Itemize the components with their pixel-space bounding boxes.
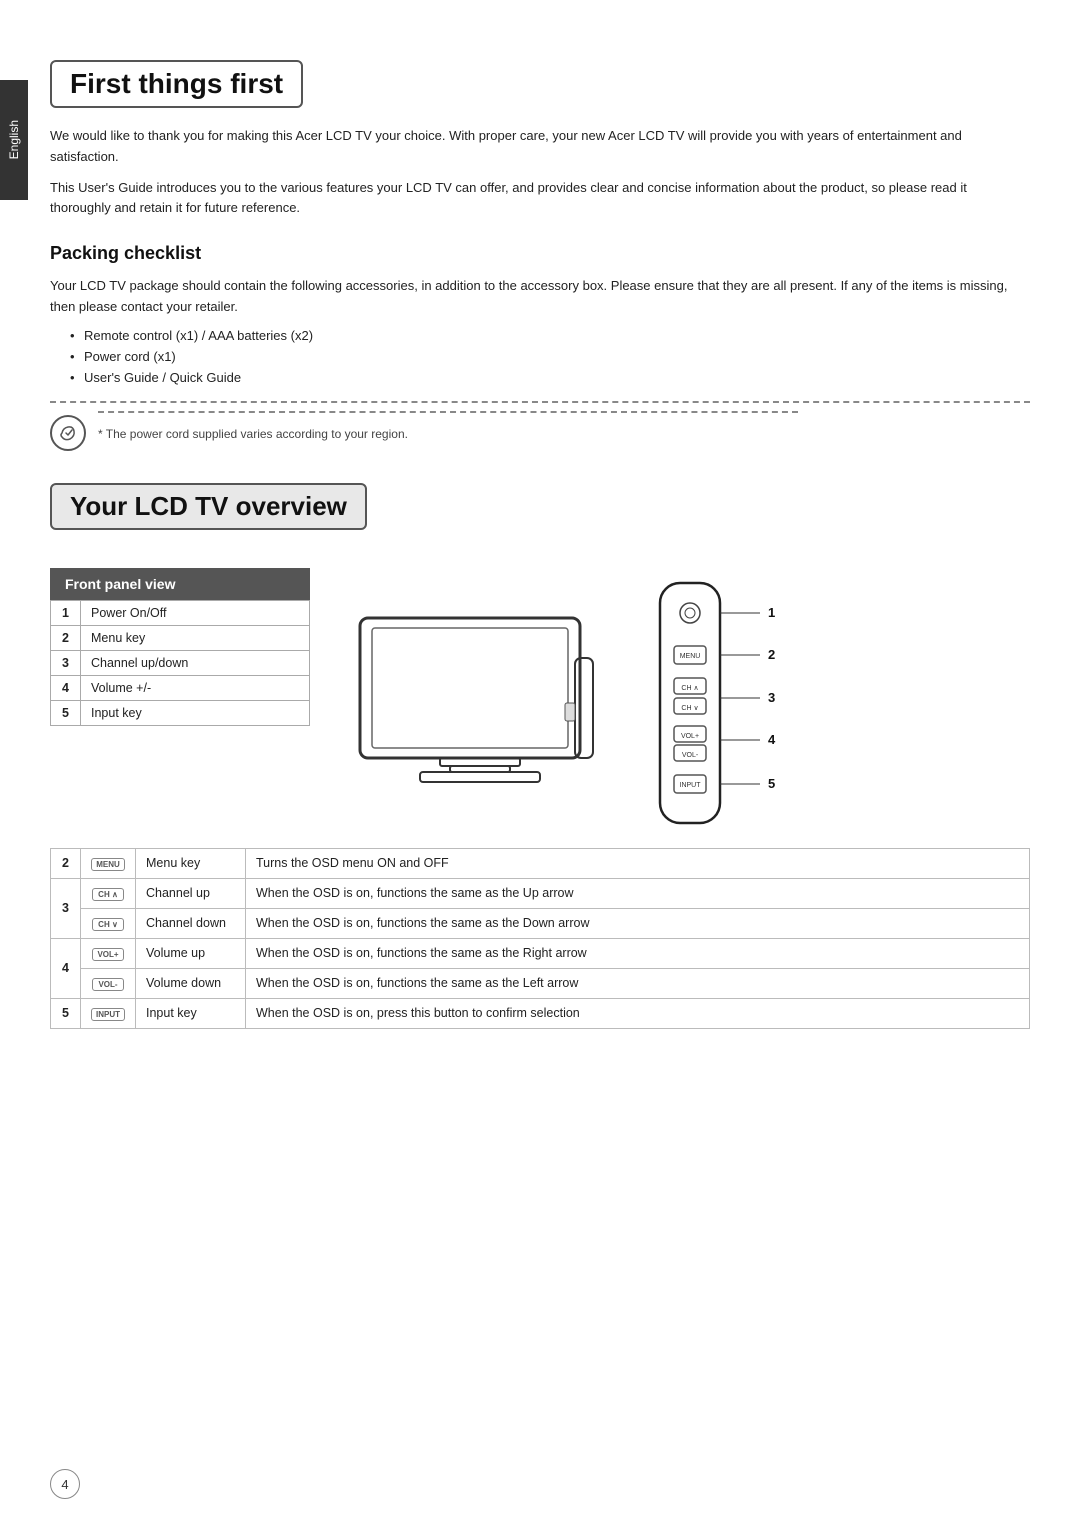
svg-text:CH ∧: CH ∧ — [681, 685, 698, 692]
page-number: 4 — [50, 1469, 80, 1499]
detail-desc: When the OSD is on, functions the same a… — [246, 908, 1030, 938]
note-icon — [50, 415, 86, 451]
front-panel-row: 2Menu key — [51, 625, 310, 650]
detail-row: 3CH ∧Channel upWhen the OSD is on, funct… — [51, 878, 1030, 908]
note-box: * The power cord supplied varies accordi… — [50, 401, 1030, 451]
detail-desc: When the OSD is on, press this button to… — [246, 998, 1030, 1028]
detail-keyname: Volume up — [136, 938, 246, 968]
section1-para1: We would like to thank you for making th… — [50, 126, 1030, 168]
detail-desc: When the OSD is on, functions the same a… — [246, 968, 1030, 998]
detail-desc: Turns the OSD menu ON and OFF — [246, 848, 1030, 878]
svg-text:MENU: MENU — [680, 653, 701, 660]
svg-text:4: 4 — [768, 732, 776, 747]
list-item: Power cord (x1) — [70, 349, 1030, 364]
packing-intro: Your LCD TV package should contain the f… — [50, 276, 1030, 318]
row-label: Menu key — [81, 625, 310, 650]
key-icon-label: MENU — [91, 858, 125, 871]
detail-row: VOL- Volume downWhen the OSD is on, funct… — [51, 968, 1030, 998]
section1-title-box: First things first — [50, 60, 303, 108]
key-icon-label: CH ∧ — [92, 888, 124, 901]
detail-num: 3 — [51, 878, 81, 938]
side-panel-area: MENU CH ∧ CH ∨ VOL+ VOL- — [640, 578, 820, 818]
detail-table: 2 MENU Menu keyTurns the OSD menu ON and O… — [50, 848, 1030, 1029]
section2-title: Your LCD TV overview — [70, 491, 347, 522]
front-panel-table: 1Power On/Off2Menu key3Channel up/down4V… — [50, 600, 310, 726]
tv-drawing — [350, 608, 610, 788]
key-icon-label: INPUT — [91, 1008, 125, 1021]
front-panel-row: 1Power On/Off — [51, 600, 310, 625]
svg-text:VOL-: VOL- — [682, 752, 699, 759]
front-panel-table-wrap: Front panel view 1Power On/Off2Menu key3… — [50, 568, 310, 726]
packing-list: Remote control (x1) / AAA batteries (x2)… — [70, 328, 1030, 385]
detail-keyname: Input key — [136, 998, 246, 1028]
detail-keyname: Channel up — [136, 878, 246, 908]
svg-text:1: 1 — [768, 605, 775, 620]
tv-diagram: MENU CH ∧ CH ∨ VOL+ VOL- — [350, 578, 1030, 818]
detail-icon: VOL- — [81, 968, 136, 998]
detail-keyname: Channel down — [136, 908, 246, 938]
front-panel-row: 3Channel up/down — [51, 650, 310, 675]
side-tab: English — [0, 80, 28, 200]
note-text: * The power cord supplied varies accordi… — [98, 421, 798, 441]
row-num: 2 — [51, 625, 81, 650]
svg-text:3: 3 — [768, 690, 775, 705]
detail-icon: CH ∧ — [81, 878, 136, 908]
row-label: Channel up/down — [81, 650, 310, 675]
list-item: User's Guide / Quick Guide — [70, 370, 1030, 385]
key-icon-label: VOL+ — [92, 948, 124, 961]
detail-num: 4 — [51, 938, 81, 998]
side-panel-svg: MENU CH ∧ CH ∨ VOL+ VOL- — [640, 578, 820, 838]
row-label: Input key — [81, 700, 310, 725]
detail-num: 2 — [51, 848, 81, 878]
detail-icon: VOL+ — [81, 938, 136, 968]
svg-text:2: 2 — [768, 647, 775, 662]
front-panel-container: Front panel view 1Power On/Off2Menu key3… — [50, 568, 1030, 818]
tv-svg — [350, 608, 610, 798]
front-panel-row: 5Input key — [51, 700, 310, 725]
detail-row: 4VOL+Volume upWhen the OSD is on, functi… — [51, 938, 1030, 968]
side-tab-label: English — [7, 120, 21, 159]
row-num: 1 — [51, 600, 81, 625]
detail-keyname: Volume down — [136, 968, 246, 998]
section2-container: Your LCD TV overview Front panel view 1P… — [50, 483, 1030, 1029]
section1-para2: This User's Guide introduces you to the … — [50, 178, 1030, 220]
svg-text:CH ∨: CH ∨ — [681, 705, 698, 712]
detail-icon: INPUT — [81, 998, 136, 1028]
row-num: 4 — [51, 675, 81, 700]
svg-text:INPUT: INPUT — [680, 782, 702, 789]
detail-row: 2 MENU Menu keyTurns the OSD menu ON and O… — [51, 848, 1030, 878]
detail-num: 5 — [51, 998, 81, 1028]
row-label: Power On/Off — [81, 600, 310, 625]
detail-icon: CH ∨ — [81, 908, 136, 938]
section1-title: First things first — [70, 68, 283, 100]
packing-title: Packing checklist — [50, 243, 1030, 264]
detail-desc: When the OSD is on, functions the same a… — [246, 878, 1030, 908]
detail-row: CH ∨ Channel downWhen the OSD is on, func… — [51, 908, 1030, 938]
row-label: Volume +/- — [81, 675, 310, 700]
section2-title-box: Your LCD TV overview — [50, 483, 367, 530]
detail-desc: When the OSD is on, functions the same a… — [246, 938, 1030, 968]
row-num: 5 — [51, 700, 81, 725]
front-panel-row: 4Volume +/- — [51, 675, 310, 700]
detail-row: 5 INPUT Input keyWhen the OSD is on, press… — [51, 998, 1030, 1028]
list-item: Remote control (x1) / AAA batteries (x2) — [70, 328, 1030, 343]
key-icon-label: CH ∨ — [92, 918, 124, 931]
key-icon-label: VOL- — [92, 978, 124, 991]
detail-keyname: Menu key — [136, 848, 246, 878]
svg-text:5: 5 — [768, 776, 775, 791]
svg-text:VOL+: VOL+ — [681, 733, 699, 740]
row-num: 3 — [51, 650, 81, 675]
front-panel-header: Front panel view — [50, 568, 310, 600]
detail-icon: MENU — [81, 848, 136, 878]
note-svg-icon — [58, 423, 78, 443]
